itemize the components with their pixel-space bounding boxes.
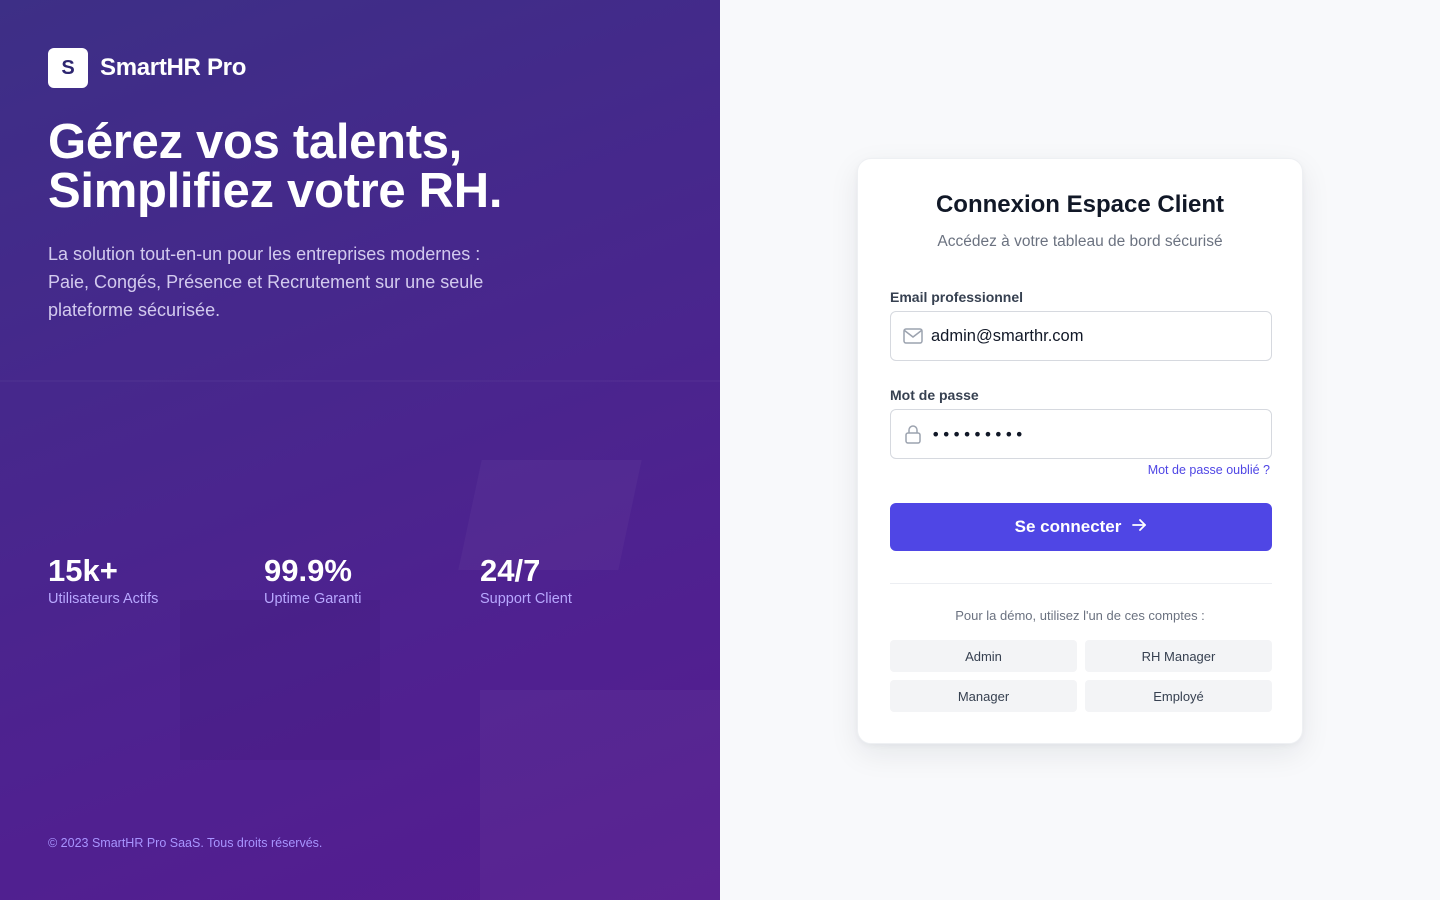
stat-value: 15k+ xyxy=(48,553,118,588)
stat-label: Uptime Garanti xyxy=(264,591,362,607)
copyright: © 2023 SmartHR Pro SaaS. Tous droits rés… xyxy=(48,836,323,850)
stat-support: 24/7 Support Client xyxy=(480,552,696,608)
password-label: Mot de passe xyxy=(890,387,979,403)
login-title: Connexion Espace Client xyxy=(935,191,1225,218)
stat-users: 15k+ Utilisateurs Actifs xyxy=(48,552,264,608)
divider xyxy=(890,583,1272,584)
demo-accounts: Admin RH Manager Manager Employé xyxy=(890,640,1272,712)
login-panel: Connexion Espace Client Accédez à votre … xyxy=(720,0,1440,900)
hero-panel: S SmartHR Pro Gérez vos talents, Simplif… xyxy=(0,0,720,900)
forgot-password-link[interactable]: Mot de passe oublié ? xyxy=(1148,463,1270,477)
mail-icon xyxy=(891,312,931,360)
arrow-right-icon xyxy=(1131,517,1147,538)
demo-account-employe[interactable]: Employé xyxy=(1085,680,1272,712)
login-subtitle: Accédez à votre tableau de bord sécurisé xyxy=(937,233,1223,250)
demo-account-manager[interactable]: Manager xyxy=(890,680,1077,712)
demo-account-rh-manager[interactable]: RH Manager xyxy=(1085,640,1272,672)
password-field-wrapper: ••••••••• xyxy=(890,409,1272,459)
stat-uptime: 99.9% Uptime Garanti xyxy=(264,552,480,608)
stat-label: Utilisateurs Actifs xyxy=(48,591,159,607)
demo-note: Pour la démo, utilisez l'un de ces compt… xyxy=(955,608,1205,623)
hero-title-line-2: Simplifiez votre RH. xyxy=(48,164,503,218)
password-input[interactable]: ••••••••• xyxy=(931,425,1025,444)
email-label: Email professionnel xyxy=(890,289,1024,305)
brand: S SmartHR Pro xyxy=(48,48,246,88)
brand-logo: S xyxy=(48,48,88,88)
hero-subtitle: La solution tout-en-un pour les entrepri… xyxy=(48,244,484,320)
background-line xyxy=(0,380,720,382)
stat-label: Support Client xyxy=(480,591,572,607)
hero-title-line-1: Gérez vos talents, xyxy=(48,115,462,169)
login-card: Connexion Espace Client Accédez à votre … xyxy=(857,158,1303,744)
lock-icon xyxy=(891,410,931,458)
stat-value: 24/7 xyxy=(480,553,541,588)
background-desk-shape xyxy=(480,690,720,900)
demo-account-admin[interactable]: Admin xyxy=(890,640,1077,672)
login-button[interactable]: Se connecter xyxy=(890,503,1272,551)
brand-name: SmartHR Pro xyxy=(100,54,247,81)
login-button-label: Se connecter xyxy=(1014,517,1122,536)
background-chair-shape xyxy=(180,600,380,760)
email-input[interactable] xyxy=(931,313,1271,359)
hero-title: Gérez vos talents, Simplifiez votre RH. xyxy=(48,118,668,216)
stat-value: 99.9% xyxy=(264,553,352,588)
stats: 15k+ Utilisateurs Actifs 99.9% Uptime Ga… xyxy=(48,552,696,608)
email-field-wrapper xyxy=(890,311,1272,361)
